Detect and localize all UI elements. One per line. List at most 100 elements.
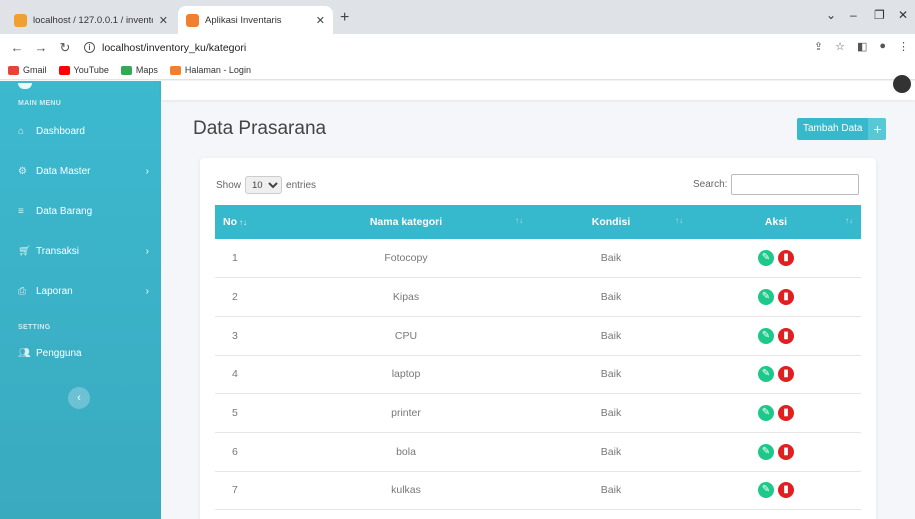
cell-aksi: ✎ ▮ [691,239,861,278]
sort-icon: ↑↓ [515,216,523,225]
column-header-kondisi[interactable]: Kondisi ↑↓ [531,205,691,239]
entries-select[interactable]: 10 [245,176,283,194]
app-favicon-icon [186,13,199,27]
column-label: Aksi [764,216,788,228]
edit-pencil-icon[interactable]: ✎ [758,482,774,499]
add-data-label: Tambah Data [797,118,869,140]
sidebar-heading-setting: SETTING [18,324,51,331]
delete-trash-icon[interactable]: ▮ [778,405,794,422]
cell-nama-kategori: bola [396,445,416,458]
cell-no: 5 [232,407,238,420]
reload-icon[interactable]: ↻ [58,40,72,56]
bookmark-star-icon[interactable]: ☆ [835,40,845,53]
cell-nama-kategori: Kipas [392,291,420,304]
bookmark-maps[interactable]: Maps [120,65,158,75]
cell-no: 4 [232,368,238,381]
delete-trash-icon[interactable]: ▮ [778,327,794,344]
cell-kondisi: Baik [600,329,622,342]
browser-tab-phpmyadmin[interactable]: localhost / 127.0.0.1 / inventory_ ✕ [6,6,176,34]
tab-close-icon[interactable]: ✕ [159,14,168,27]
maximize-icon[interactable]: ❐ [874,8,885,22]
close-window-icon[interactable]: ✕ [898,8,908,22]
delete-trash-icon[interactable]: ▮ [778,482,794,499]
cell-kondisi: Baik [600,407,622,420]
column-label: Kondisi [591,216,631,228]
delete-trash-icon[interactable]: ▮ [778,250,794,267]
cell-no: 2 [232,291,238,304]
cell-kondisi: Baik [600,445,622,458]
sidebar-item-laporan[interactable]: ⎙ Laporan › [0,281,161,301]
table-row: 3 CPU Baik ✎ ▮ [215,316,861,356]
address-bar: ← → ↻ i localhost/inventory_ku/kategori … [0,34,915,61]
sidebar-heading-main: MAIN MENU [18,100,62,107]
new-tab-button[interactable]: + [340,9,349,27]
tab-search-chevron-icon[interactable]: ⌄ [826,8,836,22]
plus-icon: + [868,118,887,140]
gmail-icon [8,65,19,75]
bookmark-gmail[interactable]: Gmail [8,65,47,75]
url-field[interactable]: i localhost/inventory_ku/kategori [84,42,246,54]
delete-trash-icon[interactable]: ▮ [778,443,794,460]
sidebar-item-transaksi[interactable]: 🛒︎ Transaksi › [0,241,161,261]
edit-pencil-icon[interactable]: ✎ [758,250,774,267]
column-header-no[interactable]: No ↑↓ [215,205,281,239]
bookmark-label: YouTube [73,65,109,75]
column-header-aksi[interactable]: Aksi ↑↓ [691,205,861,239]
column-header-nama-kategori[interactable]: Nama kategori ↑↓ [281,205,531,239]
search-control: Search: [693,174,860,195]
table-row: 1 Fotocopy Baik ✎ ▮ [215,239,861,278]
gear-icon: ⚙ [18,165,27,177]
sidebar-item-data-master[interactable]: ⚙ Data Master › [0,161,161,181]
phpmyadmin-favicon-icon [14,13,27,27]
site-info-icon[interactable]: i [84,42,95,53]
forward-icon[interactable]: → [34,40,48,55]
cell-aksi: ✎ ▮ [691,432,861,471]
edit-pencil-icon[interactable]: ✎ [758,366,774,383]
table-row: 7 kulkas Baik ✎ ▮ [215,471,861,510]
cell-kondisi: Baik [600,252,622,265]
sidebar-collapse-button[interactable]: ‹ [68,387,90,409]
edit-pencil-icon[interactable]: ✎ [758,289,774,306]
browser-tab-aplikasi-inventaris[interactable]: Aplikasi Inventaris ✕ [178,6,333,34]
cell-aksi: ✎ ▮ [691,278,861,317]
sidebar-item-pengguna[interactable]: 👥︎ Pengguna [0,343,161,363]
cell-no: 3 [232,329,238,342]
sidebar-item-data-barang[interactable]: ≡ Data Barang [0,201,161,221]
profile-icon[interactable]: ● [879,40,886,53]
delete-trash-icon[interactable]: ▮ [778,289,794,306]
sidepanel-icon[interactable]: ◧ [857,40,867,53]
add-data-button[interactable]: Tambah Data + [797,118,887,140]
list-icon: ≡ [18,205,24,217]
tab-close-icon[interactable]: ✕ [316,14,325,27]
sort-icon: ↑↓ [675,216,683,225]
avatar[interactable] [893,75,911,93]
edit-pencil-icon[interactable]: ✎ [758,443,774,460]
table-row: 2 Kipas Baik ✎ ▮ [215,278,861,317]
cell-aksi: ✎ ▮ [691,355,861,394]
cart-icon: 🛒︎ [18,245,31,257]
sidebar-item-label: Pengguna [36,347,82,359]
page-title: Data Prasarana [193,118,327,139]
delete-trash-icon[interactable]: ▮ [778,366,794,383]
bookmark-halaman-login[interactable]: Halaman - Login [169,65,251,75]
bookmark-label: Gmail [23,65,47,75]
minimize-icon[interactable]: – [850,8,857,22]
edit-pencil-icon[interactable]: ✎ [758,405,774,422]
url-text: localhost/inventory_ku/kategori [102,41,247,54]
sidebar-logo [18,83,32,89]
menu-kebab-icon[interactable]: ⋮ [898,40,909,53]
share-icon[interactable]: ⇪ [814,40,823,53]
sidebar-item-label: Laporan [36,285,73,297]
search-input[interactable] [731,174,860,195]
home-icon: ⌂ [18,125,25,137]
kategori-table: No ↑↓ Nama kategori ↑↓ Kondisi ↑↓ Aksi ↑↓ 1 … [215,205,861,510]
cell-nama-kategori: CPU [394,329,418,342]
sidebar-item-label: Data Barang [36,205,93,217]
chevron-right-icon: › [145,165,149,177]
cell-no: 6 [232,445,238,458]
cell-nama-kategori: kulkas [391,484,421,497]
back-icon[interactable]: ← [10,40,24,55]
edit-pencil-icon[interactable]: ✎ [758,327,774,344]
bookmark-youtube[interactable]: YouTube [58,65,109,75]
sidebar-item-dashboard[interactable]: ⌂ Dashboard [0,121,161,141]
